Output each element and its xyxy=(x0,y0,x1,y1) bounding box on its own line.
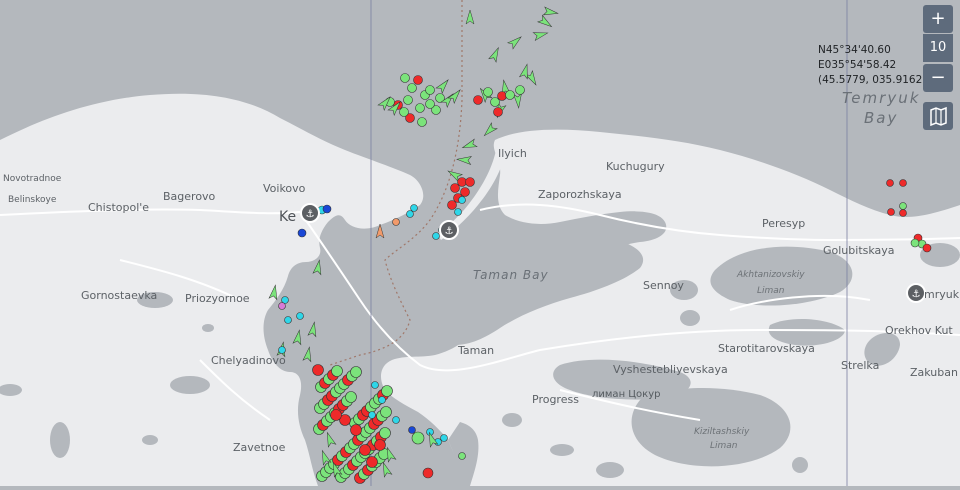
vessel-marker[interactable] xyxy=(400,73,410,83)
lake xyxy=(170,376,210,394)
svg-text:⚓: ⚓ xyxy=(306,209,315,220)
vessel-marker[interactable] xyxy=(379,427,391,439)
vessel-marker[interactable] xyxy=(410,204,418,212)
vessel-marker[interactable] xyxy=(483,87,493,97)
vessel-marker[interactable] xyxy=(422,467,434,479)
zoom-out-button[interactable]: − xyxy=(923,64,953,92)
vessel-marker[interactable] xyxy=(417,117,427,127)
vessel-marker[interactable] xyxy=(345,391,357,403)
lake xyxy=(550,444,574,456)
vessel-marker[interactable] xyxy=(278,302,286,310)
vessel-marker[interactable] xyxy=(403,95,413,105)
svg-text:⚓: ⚓ xyxy=(912,289,921,300)
vessel-marker[interactable] xyxy=(350,366,362,378)
vessel-marker[interactable] xyxy=(371,381,379,389)
vessel-marker[interactable] xyxy=(432,232,440,240)
coordinate-readout: N45°34'40.60 E035°54'58.42 (45.5779, 035… xyxy=(818,43,926,88)
vessel-marker[interactable] xyxy=(910,238,920,248)
vessel-marker[interactable] xyxy=(447,200,457,210)
vessel-marker[interactable] xyxy=(359,444,371,456)
vessel-marker[interactable] xyxy=(407,83,417,93)
lake xyxy=(596,462,624,478)
vessel-marker[interactable] xyxy=(497,91,507,101)
lake xyxy=(792,457,808,473)
port-icon[interactable]: ⚓ xyxy=(906,283,926,303)
port-icon[interactable]: ⚓ xyxy=(300,203,320,223)
vessel-marker[interactable] xyxy=(425,85,435,95)
vessel-marker[interactable] xyxy=(458,196,466,204)
vessel-marker[interactable] xyxy=(297,228,307,238)
map-layers-button[interactable] xyxy=(923,102,953,130)
vessel-marker[interactable] xyxy=(450,183,460,193)
vessel-marker[interactable] xyxy=(368,411,376,419)
lake xyxy=(502,413,522,427)
vessel-marker[interactable] xyxy=(278,346,286,354)
vessel-marker[interactable] xyxy=(465,177,475,187)
vessel-marker[interactable] xyxy=(454,208,462,216)
vessel-marker[interactable] xyxy=(366,456,378,468)
lake xyxy=(142,435,158,445)
vessel-marker[interactable] xyxy=(440,434,448,442)
vessel-marker[interactable] xyxy=(312,364,324,376)
port-icon[interactable]: ⚓ xyxy=(439,220,459,240)
vessel-marker[interactable] xyxy=(322,204,332,214)
vessel-marker[interactable] xyxy=(899,179,907,187)
svg-text:⚓: ⚓ xyxy=(445,226,454,237)
lake xyxy=(137,292,173,308)
kiziltashskiy-liman xyxy=(631,388,791,467)
lake xyxy=(680,310,700,326)
vessel-marker[interactable] xyxy=(505,90,515,100)
latitude-text: N45°34'40.60 xyxy=(818,44,891,56)
vessel-marker[interactable] xyxy=(378,396,386,404)
vessel-marker[interactable] xyxy=(374,439,386,451)
vessel-marker[interactable] xyxy=(380,406,392,418)
vessel-marker[interactable] xyxy=(887,208,895,216)
vessel-marker[interactable] xyxy=(392,218,400,226)
lake xyxy=(670,280,698,300)
vessel-marker[interactable] xyxy=(899,209,907,217)
vessel-marker[interactable] xyxy=(413,75,423,85)
zoom-in-button[interactable]: + xyxy=(923,5,953,33)
decimal-coords-text: (45.5779, 035.9162) xyxy=(818,74,927,86)
vessel-marker[interactable] xyxy=(331,365,343,377)
vessel-marker[interactable] xyxy=(458,452,466,460)
vessel-marker[interactable] xyxy=(493,107,503,117)
map-view[interactable]: ⚓ ⚓ ⚓ Novotradnoe Belinskoye Chistopol'e… xyxy=(0,0,960,486)
vessel-marker[interactable] xyxy=(425,99,435,109)
vessel-marker[interactable] xyxy=(408,426,416,434)
map-canvas[interactable]: ⚓ ⚓ ⚓ xyxy=(0,0,960,486)
vessel-marker[interactable] xyxy=(350,424,362,436)
vessel-marker[interactable] xyxy=(922,243,932,253)
lake xyxy=(202,324,214,332)
lake xyxy=(50,422,70,458)
vessel-marker[interactable] xyxy=(381,385,393,397)
zoom-level: 10 xyxy=(923,34,953,62)
vessel-marker[interactable] xyxy=(473,95,483,105)
vessel-marker[interactable] xyxy=(392,416,400,424)
vessel-marker[interactable] xyxy=(411,431,425,445)
vessel-marker[interactable] xyxy=(284,316,292,324)
vessel-marker[interactable] xyxy=(515,85,525,95)
longitude-text: E035°54'58.42 xyxy=(818,59,897,71)
vessel-marker[interactable] xyxy=(296,312,304,320)
vessel-marker[interactable] xyxy=(330,409,342,421)
vessel-marker[interactable] xyxy=(886,179,894,187)
vessel-marker[interactable] xyxy=(415,103,425,113)
vessel-marker[interactable] xyxy=(406,210,414,218)
map-layers-icon xyxy=(930,106,947,127)
vessel-marker[interactable] xyxy=(399,107,409,117)
vessel-marker[interactable] xyxy=(899,202,907,210)
